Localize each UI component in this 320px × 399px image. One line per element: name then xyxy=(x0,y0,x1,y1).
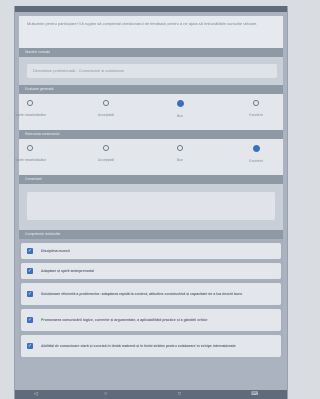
checkbox-checked-icon[interactable]: ✓ xyxy=(27,317,33,323)
comments-header: Comentarii xyxy=(19,175,283,184)
course-name-input[interactable]: Dezvoltare profesională - Comunicare și … xyxy=(27,64,277,78)
rating2-option[interactable]: Foarte nesatisfăcător xyxy=(14,145,55,162)
rating1-option[interactable]: Bun xyxy=(155,100,205,118)
checkbox-checked-icon[interactable]: ✓ xyxy=(27,268,33,274)
rating1-option-label: Excelent xyxy=(249,113,263,117)
rating1-header: Evaluare generală xyxy=(19,85,283,94)
checklist-item[interactable]: ✓ Promovarea comunicării logice, coerente… xyxy=(21,309,281,331)
checkbox-checked-icon[interactable]: ✓ xyxy=(27,291,33,297)
checklist-item-label: Soluționare eficientă a problemelor: ada… xyxy=(41,291,243,296)
rating1-option-label: Bun xyxy=(176,114,184,118)
keyboard-icon[interactable]: ⌨ xyxy=(251,392,258,397)
skills-header: Competențe dobândite xyxy=(19,230,283,239)
rating2-option-label: Acceptabil xyxy=(97,158,115,162)
radio-empty-icon[interactable] xyxy=(253,100,259,106)
rating2-option[interactable]: Bun xyxy=(155,145,205,162)
rating2-option[interactable]: Excelent xyxy=(231,145,281,163)
course-name-row: Dezvoltare profesională - Comunicare și … xyxy=(19,57,283,85)
navigation-bar: ◁ ○ □ ⌨ xyxy=(15,390,287,399)
recents-icon[interactable]: □ xyxy=(177,392,182,397)
checklist-item-label: Promovarea comunicării logice, coerente … xyxy=(41,317,208,322)
checklist-item-label: Abilități de comunicare clară și concisă… xyxy=(41,343,236,348)
rating1-group: Foarte nesatisfăcător Acceptabil Bun Excele… xyxy=(15,94,283,130)
app-screen: Mulțumim pentru participare! Vă rugăm să… xyxy=(14,6,288,399)
radio-empty-icon[interactable] xyxy=(103,100,109,106)
rating2-group: Foarte nesatisfăcător Acceptabil Bun Excele… xyxy=(15,139,283,175)
checklist-item[interactable]: ✓ Adaptare și spirit antreprenorial xyxy=(21,263,281,279)
checkbox-checked-icon[interactable]: ✓ xyxy=(27,248,33,254)
rating2-header: Relevanța conținutului xyxy=(19,130,283,139)
checkbox-checked-icon[interactable]: ✓ xyxy=(27,343,33,349)
status-bar xyxy=(15,6,287,12)
rating2-option-label: Excelent xyxy=(249,159,263,163)
radio-empty-icon[interactable] xyxy=(103,145,109,151)
rating1-option-label: Foarte nesatisfăcător xyxy=(14,113,47,117)
skills-checklist: ✓ Disciplina muncii ✓ Adaptare și spirit an… xyxy=(19,239,283,357)
checklist-item-label: Adaptare și spirit antreprenorial xyxy=(41,268,95,273)
rating1-option[interactable]: Acceptabil xyxy=(81,100,131,117)
radio-selected-icon[interactable] xyxy=(252,145,260,152)
rating1-option[interactable]: Foarte nesatisfăcător xyxy=(14,100,55,117)
radio-empty-icon[interactable] xyxy=(177,145,183,151)
back-icon[interactable]: ◁ xyxy=(33,392,38,397)
checklist-item[interactable]: ✓ Soluționare eficientă a problemelor: ad… xyxy=(21,283,281,305)
rating1-option-label: Acceptabil xyxy=(97,113,115,117)
rating2-option[interactable]: Acceptabil xyxy=(81,145,131,162)
intro-text: Mulțumim pentru participare! Vă rugăm să… xyxy=(19,16,283,48)
radio-empty-icon[interactable] xyxy=(27,100,33,106)
checklist-item[interactable]: ✓ Disciplina muncii xyxy=(21,243,281,259)
comments-block xyxy=(19,184,283,230)
rating1-option[interactable]: Excelent xyxy=(231,100,281,117)
course-name-header: Numele cursului xyxy=(19,48,283,57)
rating2-option-label: Bun xyxy=(176,158,184,162)
rating2-option-label: Foarte nesatisfăcător xyxy=(14,158,47,162)
radio-selected-icon[interactable] xyxy=(176,100,184,107)
checklist-item-label: Disciplina muncii xyxy=(41,248,70,253)
radio-empty-icon[interactable] xyxy=(27,145,33,151)
home-icon[interactable]: ○ xyxy=(103,392,108,397)
comments-textarea[interactable] xyxy=(27,192,275,220)
checklist-item[interactable]: ✓ Abilități de comunicare clară și concis… xyxy=(21,335,281,357)
